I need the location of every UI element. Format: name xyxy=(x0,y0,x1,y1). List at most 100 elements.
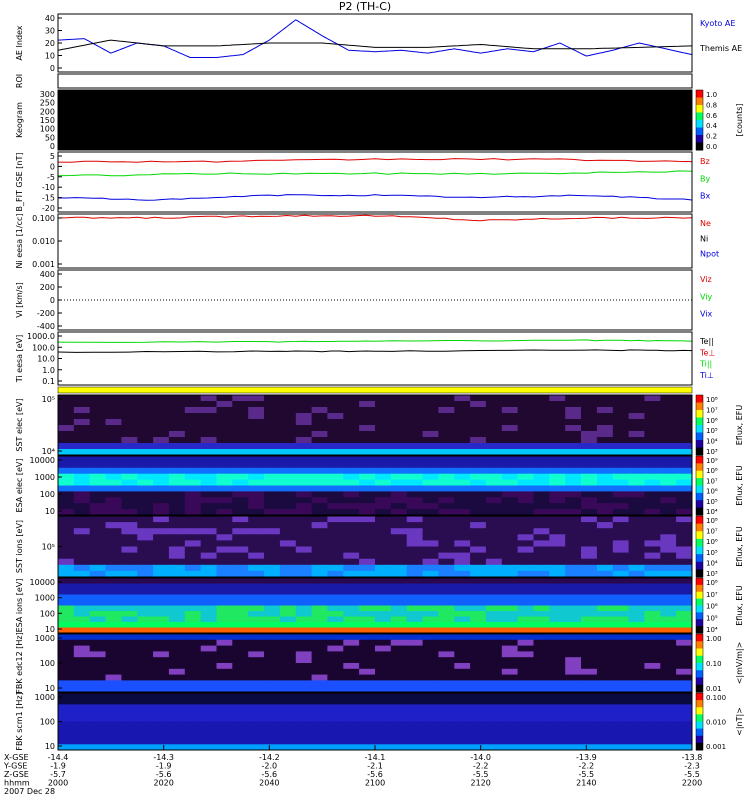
spectrogram-cell xyxy=(485,516,503,523)
spectrogram-cell xyxy=(327,479,344,486)
spectrogram-cell xyxy=(644,425,661,432)
spectrogram-cell xyxy=(612,611,630,617)
spectrogram-cell xyxy=(644,668,661,676)
spectrogram-cell xyxy=(153,564,170,572)
spectrogram-cell xyxy=(485,558,503,566)
spectrogram-cell xyxy=(311,461,328,469)
spectrogram-cell xyxy=(581,431,598,438)
spectrogram-cell xyxy=(660,395,677,402)
spectrogram-cell xyxy=(200,594,218,601)
spectrogram-cell xyxy=(327,437,344,444)
spectrogram-cell xyxy=(676,693,693,700)
spectrogram-cell xyxy=(375,443,392,450)
spectrogram-cell xyxy=(327,461,344,469)
spectrogram-cell xyxy=(89,467,107,475)
spectrogram-cell xyxy=(153,413,170,420)
spectrogram-cell xyxy=(105,634,122,641)
spectrogram-cell xyxy=(485,622,503,628)
spectrogram-cell xyxy=(596,503,614,510)
spectrogram-cell xyxy=(644,431,661,438)
spectrogram-cell xyxy=(89,674,107,681)
spectrogram-cell xyxy=(58,558,75,566)
spectrogram-cell xyxy=(264,605,281,612)
spectrogram-cell xyxy=(581,732,598,740)
spectrogram-cell xyxy=(644,528,661,535)
spectrogram-cell xyxy=(279,437,297,444)
spectrogram-cell xyxy=(359,715,376,722)
spectrogram-cell xyxy=(470,552,487,560)
spectrogram-cell xyxy=(168,589,186,595)
spectrogram-cell xyxy=(295,437,313,444)
spectrogram-cell xyxy=(612,425,630,432)
spectrogram-cell xyxy=(533,479,550,486)
colorbar-segment xyxy=(696,677,703,686)
spectrogram-cell xyxy=(89,698,107,705)
spectrogram-cell xyxy=(89,395,107,402)
spectrogram-cell xyxy=(517,516,534,523)
spectrogram-cell xyxy=(533,461,550,469)
spectrogram-cell xyxy=(137,668,154,676)
spectrogram-cell xyxy=(533,704,550,711)
colorbar-tick-label: 0.100 xyxy=(706,694,726,702)
spectrogram-cell xyxy=(406,651,424,658)
spectrogram-cell xyxy=(612,622,630,628)
spectrogram-cell xyxy=(406,674,424,681)
colorbar-segment xyxy=(696,127,703,136)
spectrogram-cell xyxy=(628,546,645,554)
spectrogram-cell xyxy=(375,456,392,463)
spectrogram-cell xyxy=(390,491,408,498)
spectrogram-cell xyxy=(137,645,154,652)
spectrogram-cell xyxy=(89,634,107,641)
spectrogram-cell xyxy=(660,503,677,510)
colorbar-segment xyxy=(696,648,703,657)
spectrogram-cell xyxy=(676,407,693,414)
spectrogram-cell xyxy=(343,715,360,722)
panel-ni: 0.1000.0100.001Ni eesa [1/cc] NeNiNpot xyxy=(15,213,719,269)
spectrogram-cell xyxy=(105,616,122,623)
spectrogram-cell xyxy=(248,437,265,444)
spectrogram-cell xyxy=(327,401,344,408)
spectrogram-cell xyxy=(406,401,424,408)
spectrogram-cell xyxy=(438,491,455,498)
spectrogram-cell xyxy=(121,395,138,402)
spectrogram-cell xyxy=(612,497,630,504)
spectrogram-cell xyxy=(549,413,566,420)
spectrogram-cell xyxy=(168,479,186,486)
spectrogram-cell xyxy=(89,413,107,420)
y-axis-label: Keogram xyxy=(15,102,24,138)
y-tick-label: 300 xyxy=(40,90,55,99)
spectrogram-cell xyxy=(105,657,122,664)
spectrogram-cell xyxy=(660,522,677,529)
spectrogram-cell xyxy=(549,552,566,560)
spectrogram-cell xyxy=(58,497,75,504)
spectrogram-cell xyxy=(470,600,487,606)
spectrogram-cell xyxy=(73,491,91,498)
spectrogram-cell xyxy=(612,552,630,560)
spectrogram-cell xyxy=(184,395,202,402)
spectrogram-cell xyxy=(216,721,233,728)
colorbar-tick-label: 10³ xyxy=(706,448,718,456)
spectrogram-cell xyxy=(549,657,566,664)
spectrogram-cell xyxy=(137,611,154,617)
spectrogram-cell xyxy=(517,738,534,745)
spectrogram-cell xyxy=(422,721,439,728)
spectrogram-cell xyxy=(168,485,186,492)
spectrogram-cell xyxy=(470,693,487,700)
spectrogram-cell xyxy=(517,546,534,554)
spectrogram-cell xyxy=(311,698,328,705)
spectrogram-cell xyxy=(121,522,138,529)
spectrogram-cell xyxy=(153,594,170,601)
spectrogram-cell xyxy=(137,600,154,606)
panel-bg xyxy=(58,74,692,88)
spectrogram-cell xyxy=(485,583,503,590)
spectrogram-cell xyxy=(327,578,344,584)
spectrogram-cell xyxy=(390,639,408,647)
spectrogram-cell xyxy=(105,710,122,717)
spectrogram-cell xyxy=(264,467,281,475)
spectrogram-cell xyxy=(485,657,503,664)
spectrogram-cell xyxy=(517,611,534,617)
spectrogram-cell xyxy=(612,680,630,687)
spectrogram-cell xyxy=(644,645,661,652)
spectrogram-cell xyxy=(549,407,566,414)
spectrogram-cell xyxy=(264,546,281,554)
